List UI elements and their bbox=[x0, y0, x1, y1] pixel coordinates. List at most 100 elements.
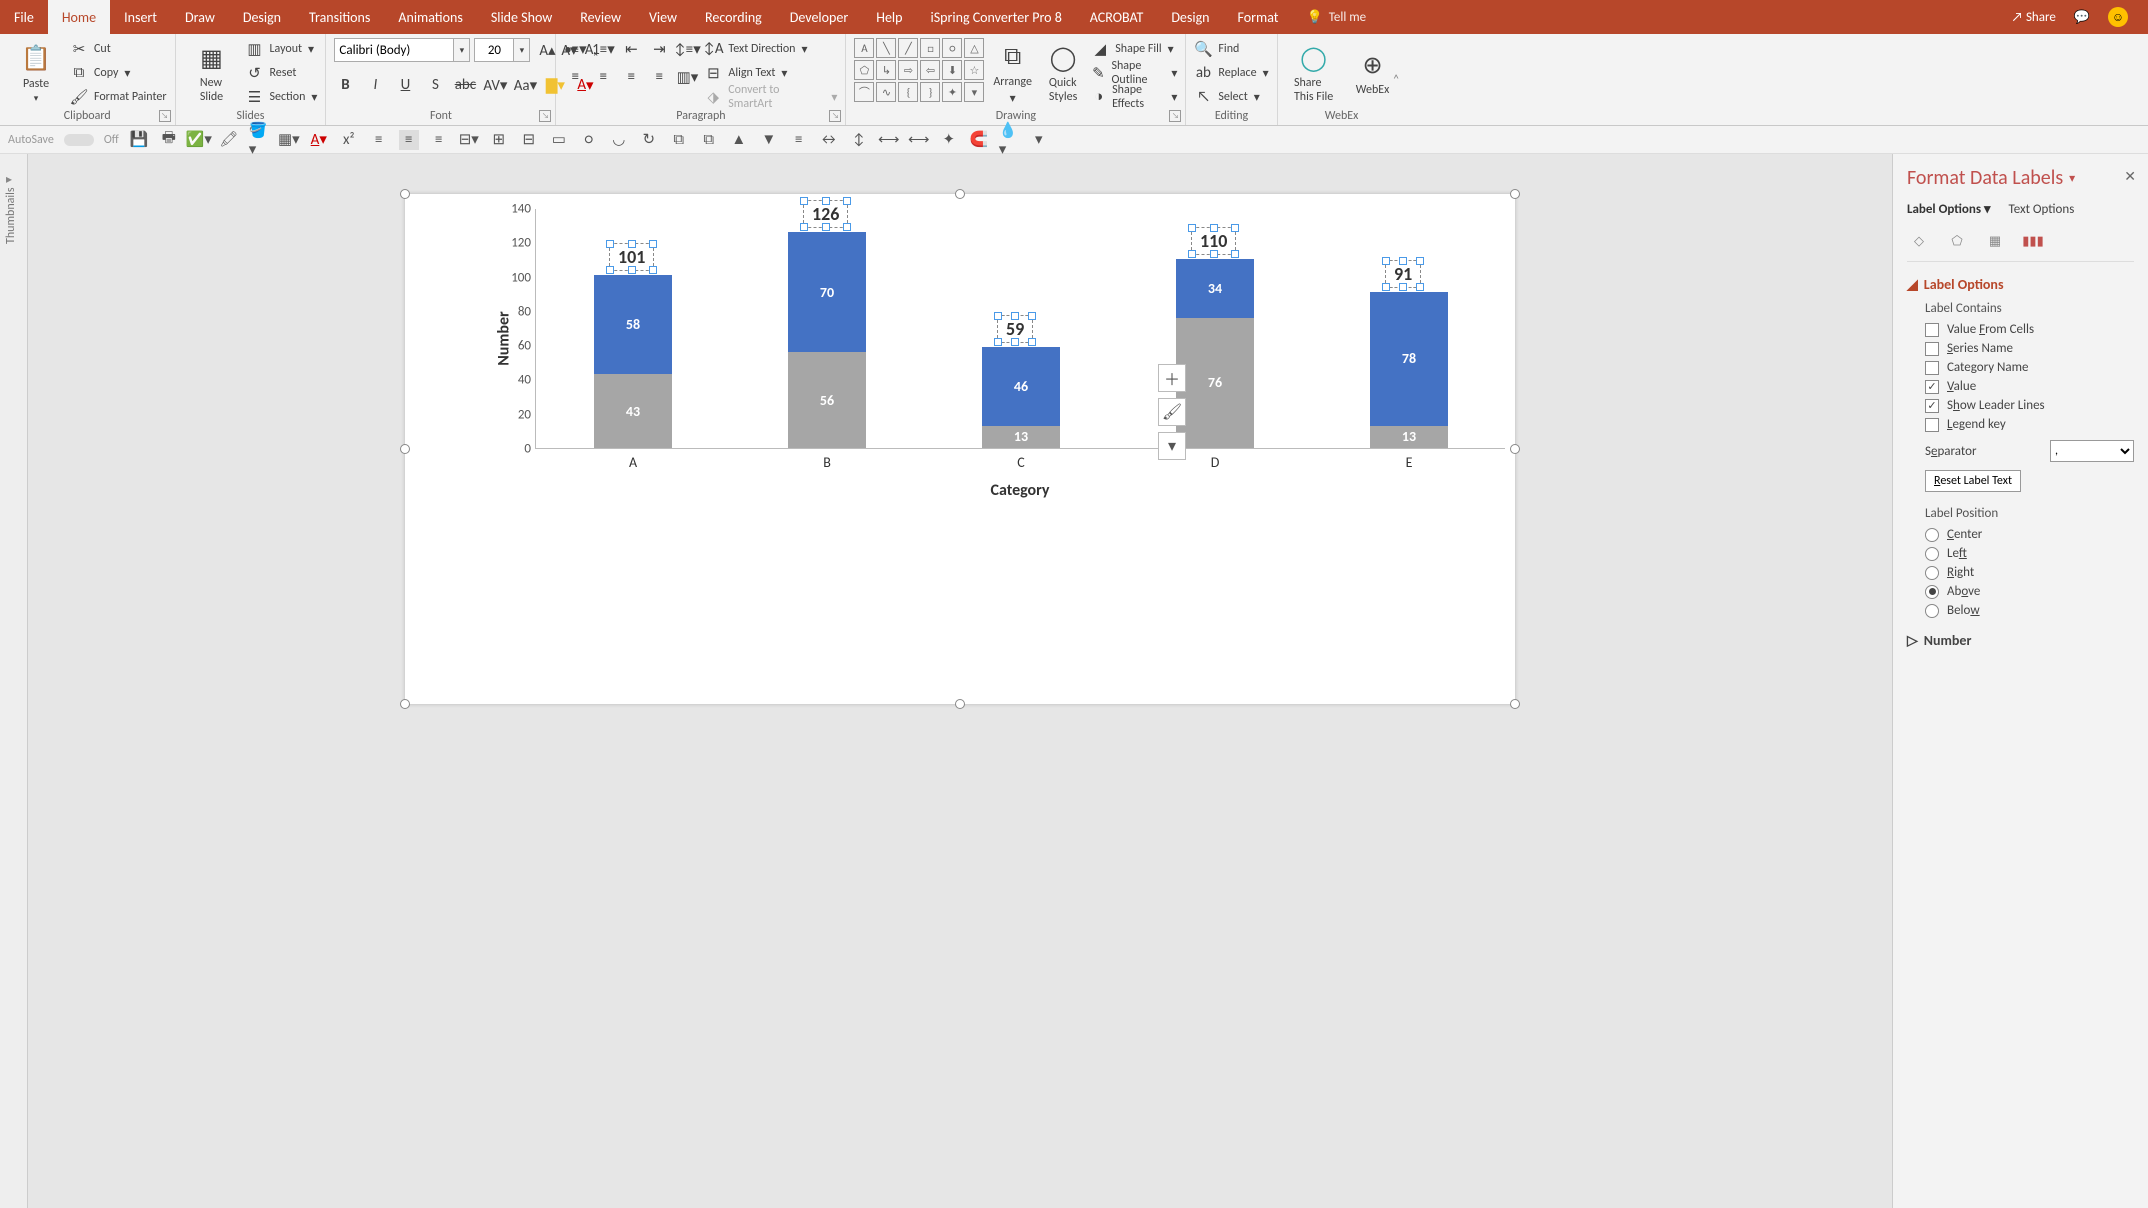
comments-icon[interactable]: 💬 bbox=[2074, 10, 2090, 25]
align-center-icon[interactable]: ≡ bbox=[592, 66, 614, 88]
new-slide-button[interactable]: ▦ New Slide bbox=[184, 38, 240, 108]
label-resize-handle[interactable] bbox=[1399, 283, 1407, 291]
section-button[interactable]: ☰Section ▾ bbox=[246, 86, 318, 108]
arrange-button[interactable]: ⧉ Arrange▾ bbox=[990, 38, 1034, 108]
indent-icon[interactable]: ⇥ bbox=[648, 38, 670, 60]
label-resize-handle[interactable] bbox=[606, 266, 614, 274]
align-right-icon[interactable]: ≡ bbox=[620, 66, 642, 88]
label-resize-handle[interactable] bbox=[1188, 224, 1196, 232]
legend-key-checkbox[interactable]: Legend key bbox=[1925, 417, 2134, 432]
position-below-radio[interactable]: Below bbox=[1925, 603, 2134, 618]
star-icon[interactable]: ✦ bbox=[939, 130, 959, 150]
split-icon[interactable]: ⊟ bbox=[519, 130, 539, 150]
resize-handle[interactable] bbox=[400, 699, 410, 709]
data-label-total[interactable]: 91 bbox=[1385, 260, 1421, 288]
distribute-h-icon[interactable]: ↔ bbox=[819, 130, 839, 150]
shadow-button[interactable]: S bbox=[424, 74, 446, 96]
bring-front-icon[interactable]: ▲ bbox=[729, 130, 749, 150]
bar-column[interactable]: 5670 bbox=[788, 232, 866, 448]
bold-button[interactable]: B bbox=[334, 74, 356, 96]
bar-segment-series1[interactable]: 56 bbox=[788, 352, 866, 448]
layout-button[interactable]: ▥Layout ▾ bbox=[246, 38, 318, 60]
effects-icon[interactable]: ⬠ bbox=[1945, 229, 1969, 253]
tab-slide-show[interactable]: Slide Show bbox=[477, 0, 566, 34]
shape-effects-button[interactable]: ◑Shape Effects ▾ bbox=[1091, 86, 1177, 108]
position-left-radio[interactable]: Left bbox=[1925, 546, 2134, 561]
data-label-total[interactable]: 101 bbox=[609, 243, 654, 271]
cut-button[interactable]: ✂Cut bbox=[70, 38, 167, 60]
tab-transitions[interactable]: Transitions bbox=[295, 0, 384, 34]
close-icon[interactable]: ✕ bbox=[2124, 168, 2136, 185]
send-back-icon[interactable]: ▼ bbox=[759, 130, 779, 150]
tab-review[interactable]: Review bbox=[566, 0, 635, 34]
position-center-radio[interactable]: Center bbox=[1925, 527, 2134, 542]
value-checkbox[interactable]: ✓Value bbox=[1925, 379, 2134, 394]
fill-color-icon[interactable]: 🪣▾ bbox=[249, 130, 269, 150]
rotate-icon[interactable]: ↻ bbox=[639, 130, 659, 150]
resize-handle[interactable] bbox=[955, 189, 965, 199]
magnet-icon[interactable]: 🧲 bbox=[969, 130, 989, 150]
align-left-icon[interactable]: ≡ bbox=[369, 130, 389, 150]
bar-segment-series1[interactable]: 13 bbox=[982, 426, 1060, 448]
text-options-tab[interactable]: Text Options bbox=[2009, 202, 2075, 217]
copy-button[interactable]: ⧉Copy ▾ bbox=[70, 62, 167, 84]
smartart-button[interactable]: ⬗Convert to SmartArt ▾ bbox=[704, 86, 837, 108]
dialog-launcher-icon[interactable]: ↘ bbox=[829, 110, 841, 122]
share-this-file-button[interactable]: ◯ Share This File bbox=[1286, 38, 1342, 108]
chart-filter-button[interactable]: ▾ bbox=[1158, 432, 1186, 460]
tab-design[interactable]: Design bbox=[229, 0, 295, 34]
separator-select[interactable]: , bbox=[2050, 440, 2134, 462]
align-objects-icon[interactable]: ≡ bbox=[789, 130, 809, 150]
merge-icon[interactable]: ⊞ bbox=[489, 130, 509, 150]
chevron-down-icon[interactable]: ▾ bbox=[454, 38, 470, 62]
resize-handle[interactable] bbox=[400, 189, 410, 199]
label-resize-handle[interactable] bbox=[628, 266, 636, 274]
font-name-input[interactable] bbox=[334, 38, 454, 62]
bar-segment-series2[interactable]: 78 bbox=[1370, 292, 1448, 426]
label-resize-handle[interactable] bbox=[649, 240, 657, 248]
tab-view[interactable]: View bbox=[635, 0, 691, 34]
ungroup-icon[interactable]: ⧉ bbox=[699, 130, 719, 150]
more-icon[interactable]: ▾ bbox=[1029, 130, 1049, 150]
line-spacing-icon[interactable]: ↕≡▾ bbox=[676, 38, 698, 60]
label-resize-handle[interactable] bbox=[994, 312, 1002, 320]
eyedropper-icon[interactable]: 💧▾ bbox=[999, 130, 1019, 150]
label-resize-handle[interactable] bbox=[1210, 250, 1218, 258]
label-options-tab[interactable]: Label Options ▾ bbox=[1907, 202, 1991, 217]
chevron-down-icon[interactable]: ▾ bbox=[514, 38, 530, 62]
size-props-icon[interactable]: ▦ bbox=[1983, 229, 2007, 253]
italic-button[interactable]: I bbox=[364, 74, 386, 96]
label-resize-handle[interactable] bbox=[649, 266, 657, 274]
label-resize-handle[interactable] bbox=[1231, 250, 1239, 258]
data-label-total[interactable]: 110 bbox=[1191, 227, 1236, 255]
font-size-input[interactable] bbox=[474, 38, 514, 62]
grow-font-icon[interactable]: A▴ bbox=[536, 39, 558, 61]
reset-button[interactable]: ↺Reset bbox=[246, 62, 318, 84]
series-name-checkbox[interactable]: Series Name bbox=[1925, 341, 2134, 356]
align-right-icon[interactable]: ≡ bbox=[429, 130, 449, 150]
tab-home[interactable]: Home bbox=[48, 0, 110, 34]
bar-segment-series2[interactable]: 58 bbox=[594, 275, 672, 374]
group-icon[interactable]: ⧉ bbox=[669, 130, 689, 150]
stacked-bar-chart[interactable]: Number 020406080100120140 4358A1015670B1… bbox=[535, 209, 1505, 469]
label-resize-handle[interactable] bbox=[1011, 312, 1019, 320]
label-resize-handle[interactable] bbox=[1028, 338, 1036, 346]
tab-help[interactable]: Help bbox=[862, 0, 916, 34]
label-resize-handle[interactable] bbox=[1188, 250, 1196, 258]
resize-handle[interactable] bbox=[1510, 699, 1520, 709]
shapes-gallery[interactable]: A╲╱□○△ ⬠↳⇨⇦⬇☆ ⌒∿{}✦▾ bbox=[854, 38, 984, 102]
dialog-launcher-icon[interactable]: ↘ bbox=[1169, 110, 1181, 122]
quick-styles-button[interactable]: ◯ Quick Styles bbox=[1041, 38, 1085, 108]
label-options-icon[interactable]: ▮▮▮ bbox=[2021, 229, 2045, 253]
position-above-radio[interactable]: Above bbox=[1925, 584, 2134, 599]
value-from-cells-checkbox[interactable]: Value From Cells bbox=[1925, 322, 2134, 337]
category-name-checkbox[interactable]: Category Name bbox=[1925, 360, 2134, 375]
label-resize-handle[interactable] bbox=[1416, 257, 1424, 265]
expand-icon[interactable]: ▸ bbox=[6, 172, 12, 187]
bar-column[interactable]: 1378 bbox=[1370, 292, 1448, 448]
bar-segment-series1[interactable]: 13 bbox=[1370, 426, 1448, 448]
align-text-button[interactable]: ⊟Align Text ▾ bbox=[704, 62, 837, 84]
tab-animations[interactable]: Animations bbox=[384, 0, 476, 34]
resize-handle[interactable] bbox=[1510, 189, 1520, 199]
highlight-icon[interactable]: 🖍 bbox=[219, 130, 239, 150]
